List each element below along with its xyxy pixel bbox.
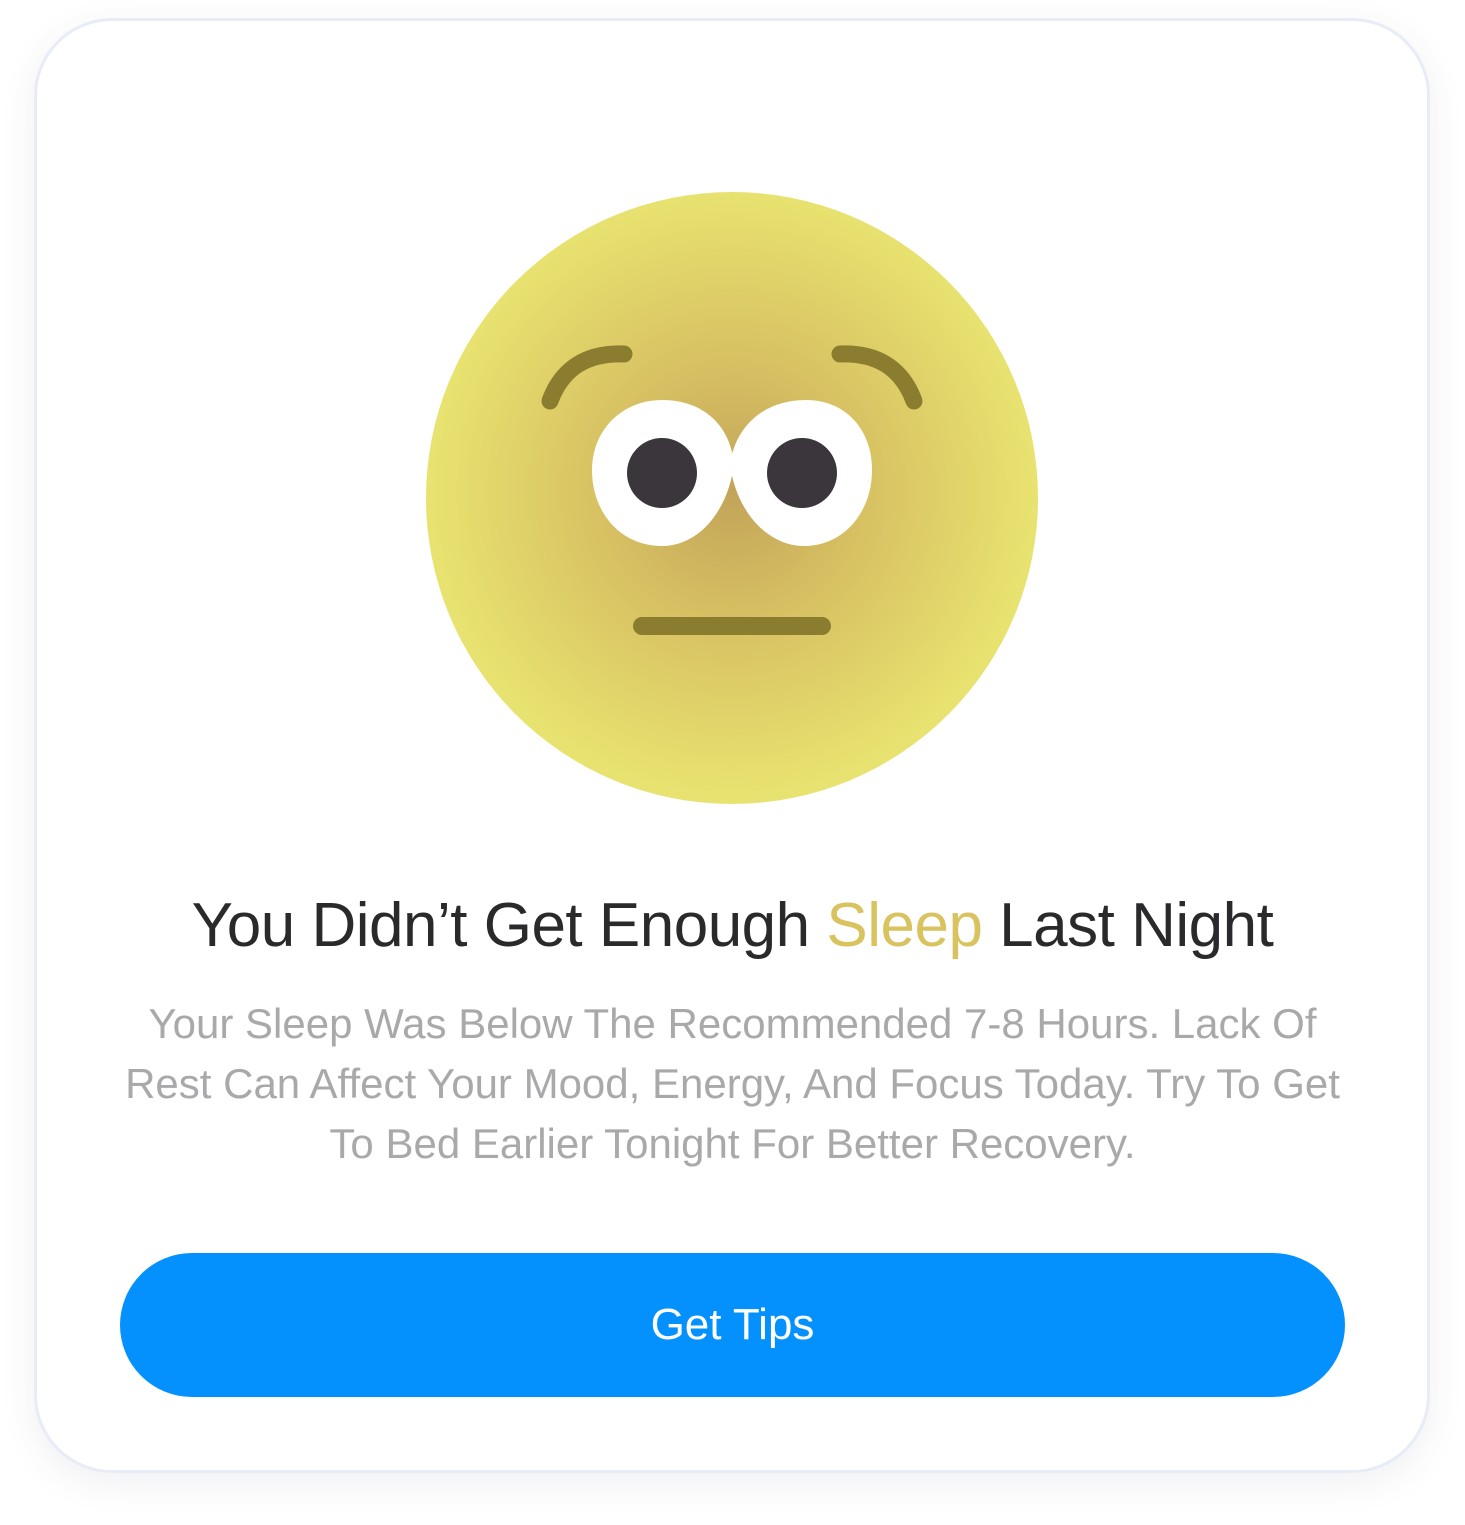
- get-tips-button[interactable]: Get Tips: [120, 1253, 1345, 1397]
- right-pupil: [767, 438, 837, 508]
- left-pupil: [627, 438, 697, 508]
- sleep-message: Your Sleep Was Below The Recommended 7-8…: [125, 1000, 1340, 1167]
- sleep-headline: You Didn’t Get Enough Sleep Last Night: [0, 888, 1465, 964]
- headline-highlight: Sleep: [826, 891, 983, 960]
- headline-prefix: You Didn’t Get Enough: [191, 891, 827, 960]
- neutral-face-emoji-icon: [426, 192, 1038, 804]
- face-circle: [426, 192, 1038, 804]
- headline-suffix: Last Night: [982, 891, 1274, 960]
